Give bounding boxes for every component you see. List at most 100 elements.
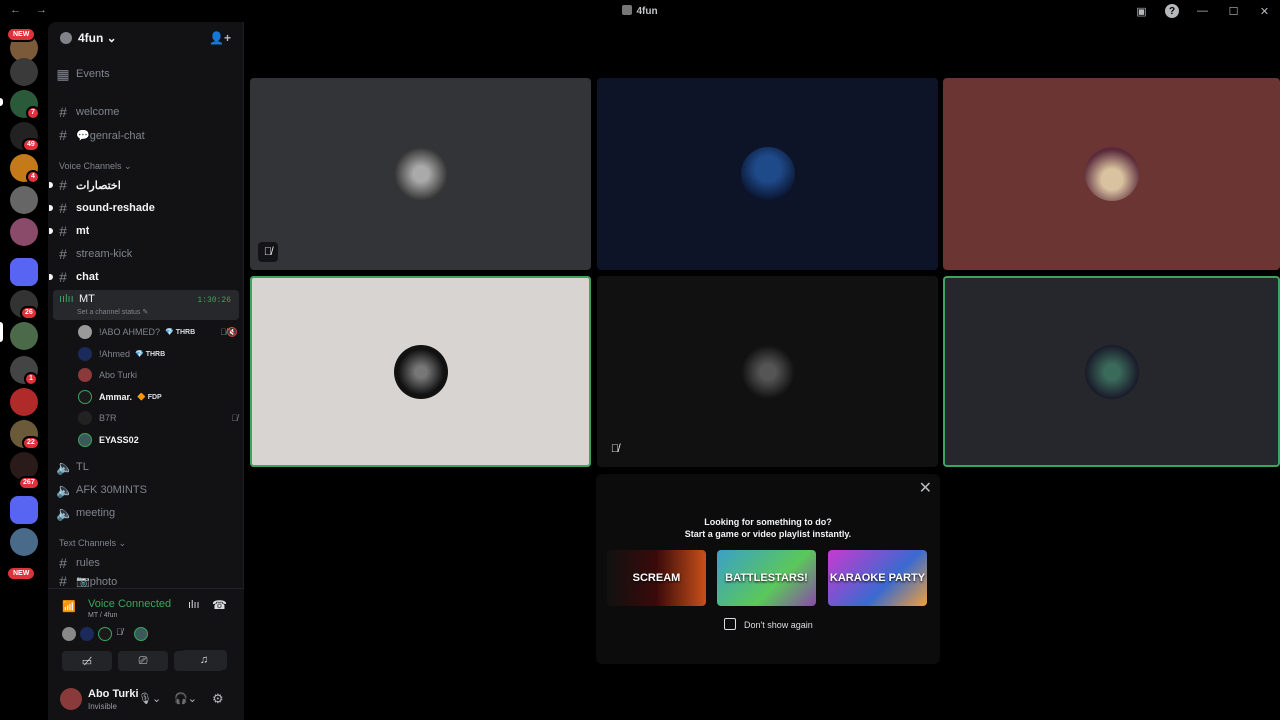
channel-chat[interactable]: # chat <box>56 267 240 287</box>
inbox-icon[interactable]: ▣ <box>1126 2 1157 20</box>
server-icon[interactable] <box>10 218 38 246</box>
server-icon[interactable] <box>10 58 38 86</box>
folder-icon[interactable] <box>10 258 38 286</box>
help-icon[interactable]: ? <box>1165 4 1179 18</box>
activity-subheading: Start a game or video playlist instantly… <box>684 529 852 539</box>
video-tile[interactable] <box>597 78 938 270</box>
screen-share-button[interactable]: ⎚ <box>118 651 168 671</box>
muted-icon: 🎙̸ <box>610 443 620 455</box>
channel-events[interactable]: ▦ Events <box>56 64 240 84</box>
unread-pill <box>0 98 3 106</box>
voice-user[interactable]: Abo Turki <box>78 365 238 385</box>
server-rail: NEW 7 49 4 26 1 22 267 NEW <box>0 22 48 720</box>
close-window-button[interactable]: ✕ <box>1249 2 1280 20</box>
channel-arabic[interactable]: # اختصارات <box>56 175 240 195</box>
video-tile[interactable] <box>250 276 591 467</box>
channel-genral-chat[interactable]: # 💬genral-chat <box>56 125 240 145</box>
channel-stream-kick[interactable]: # stream-kick <box>56 244 240 264</box>
hash-icon: # <box>59 555 67 571</box>
avatar[interactable] <box>60 688 82 710</box>
mention-badge: 26 <box>20 306 38 320</box>
selected-pill <box>0 322 3 342</box>
channel-rules[interactable]: # rules <box>56 553 240 573</box>
game-card-karaoke[interactable]: KARAOKE PARTY <box>828 550 927 606</box>
avatar <box>78 347 92 361</box>
channel-photo[interactable]: # 📷photo <box>56 575 240 587</box>
hash-icon: # <box>59 575 67 587</box>
server-icon[interactable] <box>10 388 38 416</box>
activity-heading: Looking for something to do? <box>704 517 832 527</box>
dont-show-checkbox[interactable] <box>724 618 736 630</box>
microphone-icon[interactable]: 🎙⌄ <box>138 692 161 705</box>
voice-channel-mt[interactable]: ıılıı MT 1:30:26 Set a channel status ✎ <box>53 290 239 320</box>
new-badge: NEW <box>6 27 37 42</box>
close-icon[interactable]: ✕ <box>919 478 932 498</box>
disconnect-icon[interactable]: ☎ <box>212 598 227 612</box>
voice-location[interactable]: MT / 4fun <box>88 612 117 619</box>
title-bar: ← → 4fun ▣ ? — ☐ ✕ <box>0 0 1280 22</box>
soundboard-button[interactable]: ♫ <box>181 650 227 670</box>
folder-icon[interactable] <box>10 496 38 524</box>
video-tile[interactable] <box>943 276 1280 467</box>
channel-mt[interactable]: # mt <box>56 221 240 241</box>
maximize-button[interactable]: ☐ <box>1218 2 1249 20</box>
headphones-icon[interactable]: 🎧⌄ <box>174 692 197 705</box>
invite-icon[interactable]: 👤+ <box>209 31 231 45</box>
avatar <box>393 344 448 399</box>
camera-off-button[interactable]: ▭̸ <box>62 651 112 671</box>
muted-icon: 🎙̸ <box>258 242 278 262</box>
avatar <box>80 627 94 641</box>
voice-status[interactable]: Voice Connected <box>88 598 171 610</box>
user-name[interactable]: Abo Turki <box>88 688 139 700</box>
minimize-button[interactable]: — <box>1187 2 1218 20</box>
voice-channel-tl[interactable]: 🔈 TL <box>56 457 240 477</box>
calendar-icon: ▦ <box>56 65 70 82</box>
avatar <box>1084 147 1139 201</box>
voice-channel-meeting[interactable]: 🔈 meeting <box>56 503 240 523</box>
new-badge: NEW <box>6 566 37 581</box>
channel-sound-reshade[interactable]: # sound-reshade <box>56 198 240 218</box>
voice-user[interactable]: EYASS02 <box>78 430 238 450</box>
hash-icon: # <box>59 223 67 239</box>
muted-icon: 🎙̸ <box>116 627 123 637</box>
mention-badge: 4 <box>26 170 40 184</box>
video-tile[interactable] <box>943 78 1280 270</box>
avatar <box>78 390 92 404</box>
guild-header[interactable]: 4fun ⌄ 👤+ <box>48 22 243 54</box>
voice-channel-afk[interactable]: 🔈 AFK 30MINTS <box>56 480 240 500</box>
hash-icon: # <box>59 269 67 285</box>
voice-user[interactable]: !ABO AHMED? 💎 THRB 🎙̸🔇 <box>78 322 238 342</box>
avatar <box>78 368 92 382</box>
voice-user[interactable]: B7R 🎙̸ <box>78 408 238 428</box>
speaker-icon: 🔈 <box>56 481 74 498</box>
avatar <box>78 433 92 447</box>
settings-gear-icon[interactable]: ⚙ <box>212 691 224 707</box>
hash-icon: # <box>59 200 67 216</box>
video-tile[interactable]: 🎙̸ <box>250 78 591 270</box>
voice-active-icon: ıılıı <box>59 293 74 305</box>
channel-welcome[interactable]: # welcome <box>56 102 240 122</box>
voice-user[interactable]: !Ahmed 💎 THRB <box>78 344 238 364</box>
noise-suppression-icon[interactable]: ılıı <box>188 599 200 611</box>
video-tile[interactable]: 🎙̸ <box>597 276 938 467</box>
muted-icon: 🎙̸ <box>231 413 238 423</box>
hash-icon: # <box>59 127 67 143</box>
hash-icon: # <box>59 177 67 193</box>
mention-badge: 49 <box>22 138 40 152</box>
avatar <box>134 627 148 641</box>
category-voice-channels[interactable]: Voice Channels ⌄ <box>59 161 132 172</box>
voice-user[interactable]: Ammar. 🔶 FDP <box>78 387 238 407</box>
game-card-battlestars[interactable]: BATTLESTARS! <box>717 550 816 606</box>
game-card-scream[interactable]: SCREAM <box>607 550 706 606</box>
avatar <box>393 147 448 201</box>
server-icon[interactable] <box>10 528 38 556</box>
hash-icon: # <box>59 104 67 120</box>
signal-icon[interactable]: 📶 <box>62 600 76 613</box>
server-icon[interactable] <box>10 322 38 350</box>
speaker-icon: 🔈 <box>56 504 74 521</box>
category-text-channels[interactable]: Text Channels ⌄ <box>59 538 126 549</box>
dont-show-label[interactable]: Don't show again <box>744 620 813 630</box>
hash-icon: # <box>59 246 67 262</box>
server-icon[interactable] <box>10 186 38 214</box>
channel-status[interactable]: Set a channel status ✎ <box>77 308 148 316</box>
